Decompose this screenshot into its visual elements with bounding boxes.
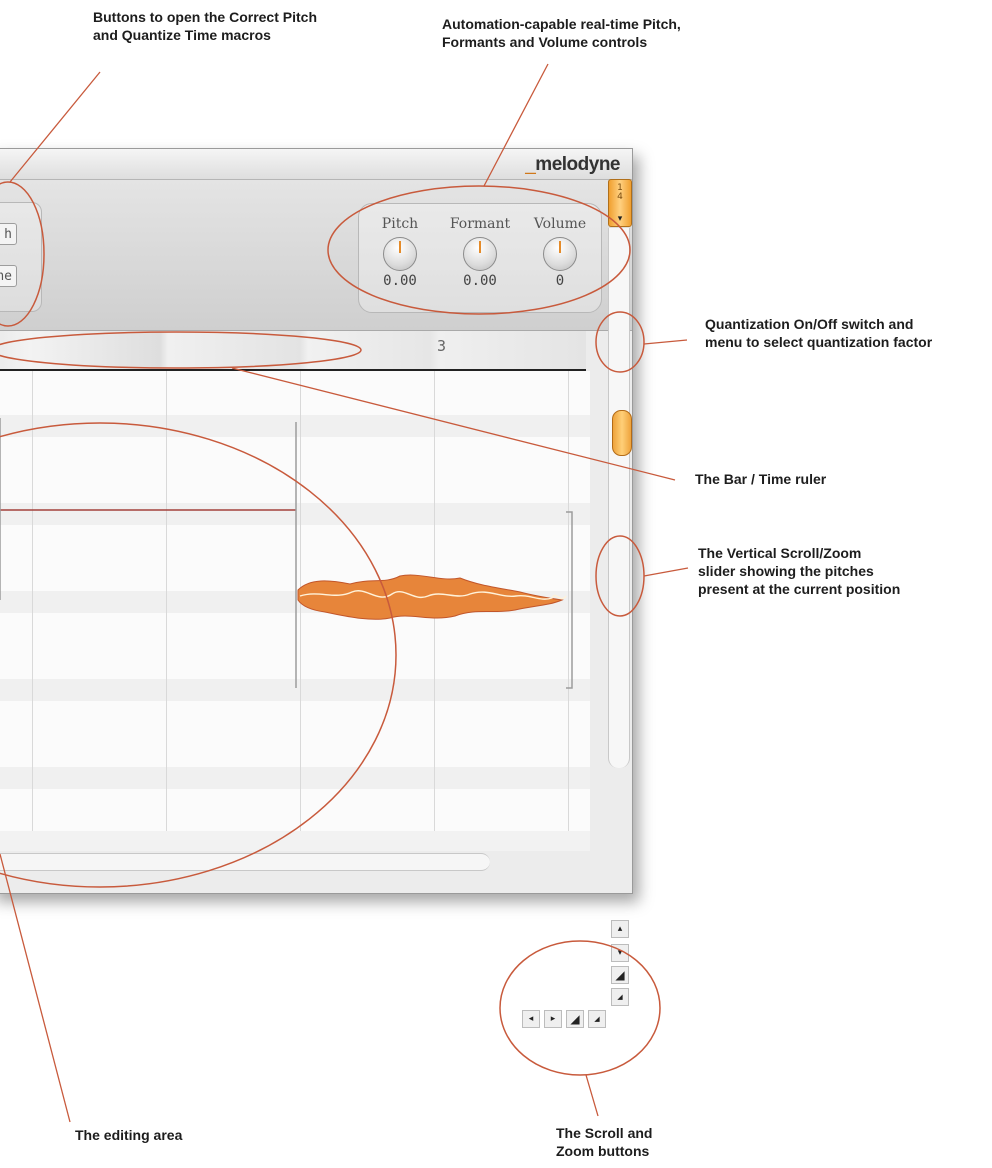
quantize-time-button[interactable]: ne	[0, 265, 17, 287]
vertical-scroll-zoom-slider[interactable]	[612, 410, 632, 456]
bar-time-ruler[interactable]: 3	[0, 331, 586, 371]
grid-line	[434, 371, 435, 831]
callout-line: present at the current position	[698, 581, 901, 597]
scroll-zoom-ellipse	[499, 940, 661, 1076]
vertical-zoom-out-button[interactable]: ◢	[611, 988, 629, 1006]
horizontal-zoom-out-button[interactable]: ◢	[588, 1010, 606, 1028]
pitch-label: Pitch	[381, 216, 419, 232]
callout-line: Zoom buttons	[556, 1143, 650, 1159]
scroll-down-button[interactable]: ▾	[611, 944, 629, 962]
quantization-menu-arrow-icon[interactable]: ▾	[609, 213, 631, 224]
callout-line: The Scroll and	[556, 1125, 653, 1141]
volume-label: Volume	[533, 216, 587, 232]
pitch-lane	[0, 415, 590, 437]
editing-area[interactable]	[0, 371, 590, 831]
scroll-right-button[interactable]: ▸	[544, 1010, 562, 1028]
horizontal-scrollbar[interactable]	[0, 853, 490, 871]
callout-line: Automation-capable real-time Pitch,	[442, 16, 681, 32]
correct-pitch-button[interactable]: h	[0, 223, 17, 245]
editing-area-bottom	[0, 831, 590, 851]
callout-line: Formants and Volume controls	[442, 34, 648, 50]
horizontal-zoom-in-button[interactable]: ◢	[566, 1010, 584, 1028]
pitch-control: Pitch 0.00	[365, 216, 435, 289]
pitch-lane	[0, 591, 590, 613]
realtime-controls-group: Pitch 0.00 Formant 0.00 Volume 0	[358, 203, 602, 313]
pitch-lane	[0, 767, 590, 789]
macro-button-group: h ne	[0, 202, 42, 312]
formant-control: Formant 0.00	[445, 216, 515, 289]
callout-line: The Bar / Time ruler	[695, 471, 827, 487]
vslider-leader-line	[643, 567, 689, 577]
editing-leader-line	[0, 853, 71, 1123]
callout-scroll-zoom: The Scroll and Zoom buttons	[556, 1124, 652, 1160]
formant-knob[interactable]	[463, 237, 497, 271]
formant-label: Formant	[449, 216, 511, 232]
bar-number: 3	[437, 337, 447, 355]
quantization-denominator: 4	[617, 192, 623, 202]
grid-line	[166, 371, 167, 831]
grid-line	[32, 371, 33, 831]
grid-line	[568, 371, 569, 831]
callout-line: Buttons to open the Correct Pitch	[93, 9, 317, 25]
vertical-zoom-in-button[interactable]: ◢	[611, 966, 629, 984]
callout-line: menu to select quantization factor	[705, 334, 933, 350]
formant-value: 0.00	[463, 273, 497, 289]
pitch-lane	[0, 503, 590, 525]
callout-editing-area: The editing area	[75, 1126, 182, 1144]
callout-line: The editing area	[75, 1127, 183, 1143]
callout-line: slider showing the pitches	[698, 563, 874, 579]
quantization-switch[interactable]: 1 4 ▾	[608, 179, 632, 227]
toolbar: h ne Pitch 0.00 Formant 0.00 Volume 0	[0, 180, 632, 331]
pitch-value: 0.00	[383, 273, 417, 289]
callout-macros: Buttons to open the Correct Pitch and Qu…	[93, 8, 317, 44]
vertical-scrollbar[interactable]	[608, 228, 630, 768]
volume-knob[interactable]	[543, 237, 577, 271]
pitch-knob[interactable]	[383, 237, 417, 271]
callout-line: and Quantize Time macros	[93, 27, 271, 43]
grid-line	[300, 371, 301, 831]
callout-vertical-slider: The Vertical Scroll/Zoom slider showing …	[698, 544, 900, 598]
callout-ruler: The Bar / Time ruler	[695, 470, 826, 488]
callout-line: Quantization On/Off switch and	[705, 316, 914, 332]
scroll-up-button[interactable]: ▴	[611, 920, 629, 938]
volume-control: Volume 0	[525, 216, 595, 289]
callout-quantization: Quantization On/Off switch and menu to s…	[705, 315, 932, 351]
quantization-leader-line	[643, 339, 688, 345]
volume-value: 0	[555, 273, 565, 289]
melodyne-window: melodyne h ne Pitch 0.00 Formant 0.00 Vo…	[0, 148, 633, 894]
melodyne-logo: melodyne	[525, 154, 620, 176]
quantization-factor: 1 4	[609, 184, 631, 202]
callout-line: The Vertical Scroll/Zoom	[698, 545, 862, 561]
scroll-left-button[interactable]: ◂	[522, 1010, 540, 1028]
scroll-zoom-leader-line	[585, 1074, 599, 1117]
title-bar[interactable]: melodyne	[0, 149, 632, 180]
pitch-lane	[0, 679, 590, 701]
callout-automation: Automation-capable real-time Pitch, Form…	[442, 15, 681, 51]
